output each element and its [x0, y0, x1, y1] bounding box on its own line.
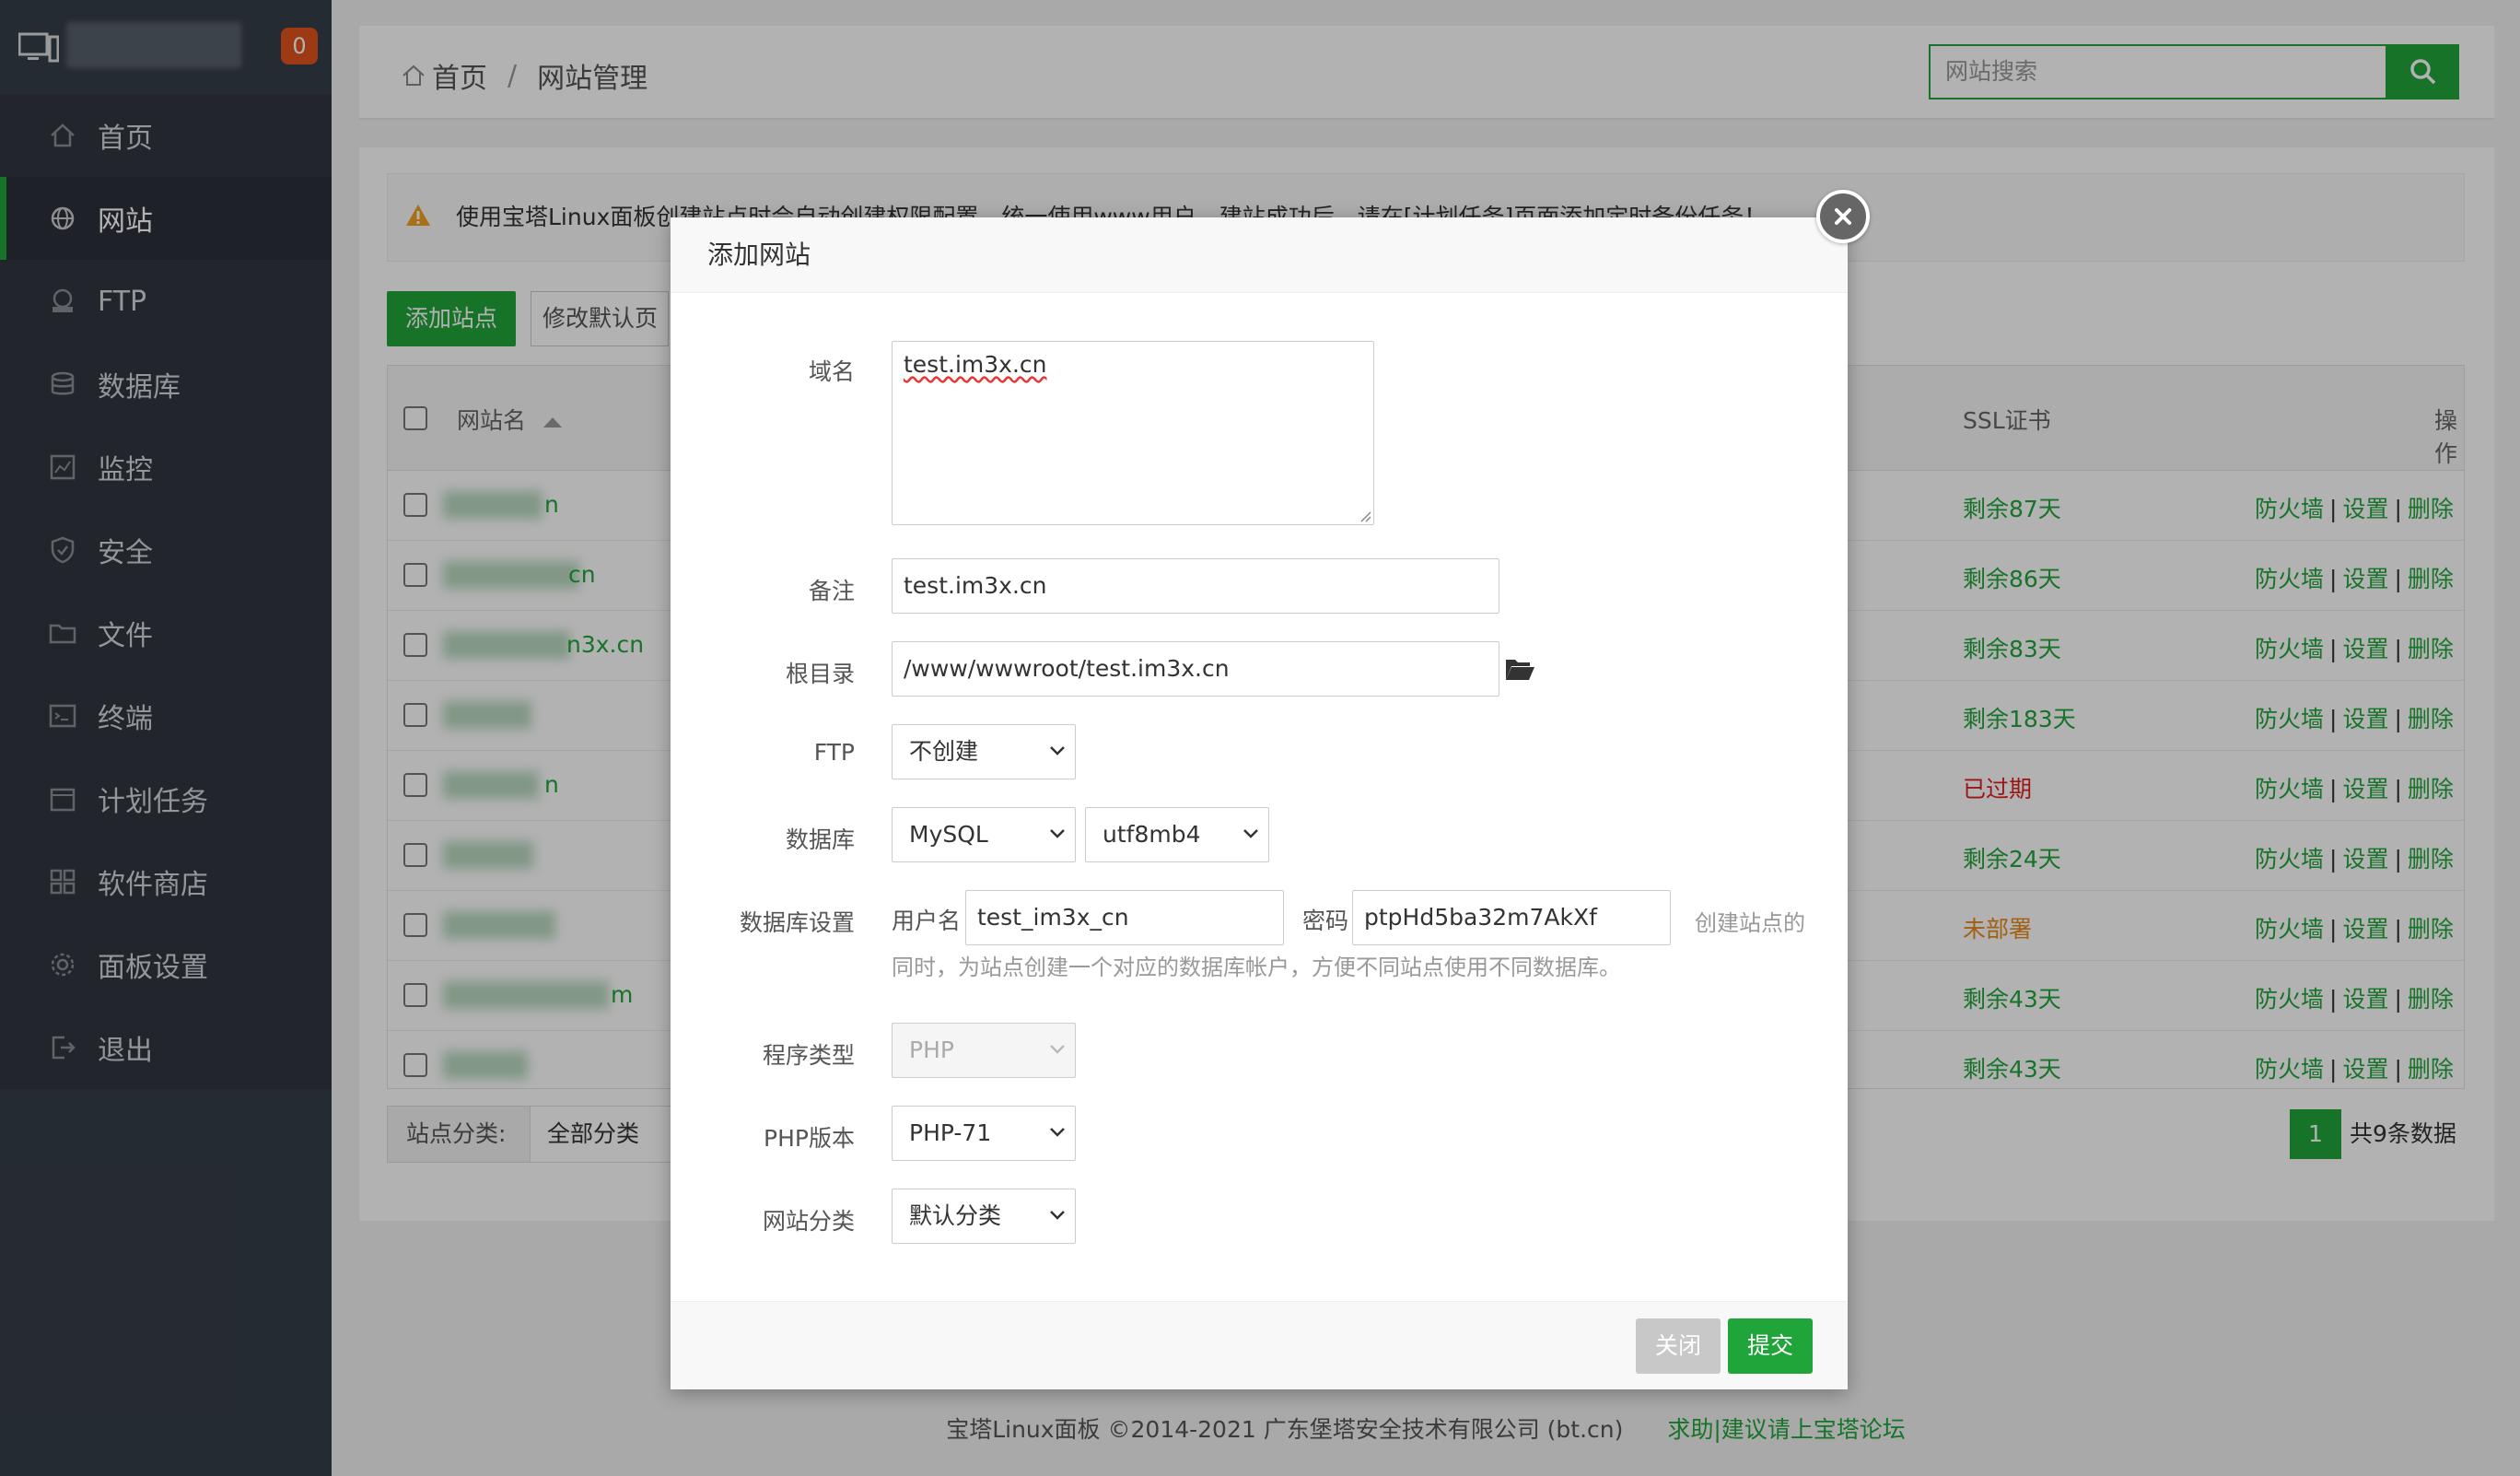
db-password-label: 密码: [1302, 908, 1349, 934]
program-type-value: PHP: [909, 1037, 954, 1063]
database-label: 数据库: [785, 826, 855, 853]
php-version-value: PHP-71: [909, 1119, 992, 1146]
domain-label: 域名: [808, 358, 855, 385]
close-button[interactable]: 关闭: [1636, 1318, 1721, 1374]
chevron-down-icon: [1050, 1128, 1065, 1137]
php-version-select[interactable]: PHP-71: [892, 1106, 1076, 1161]
db-hint-2: 同时，为站点创建一个对应的数据库帐户，方便不同站点使用不同数据库。: [892, 955, 1621, 980]
remark-input[interactable]: test.im3x.cn: [892, 558, 1499, 614]
db-password-input[interactable]: ptpHd5ba32m7AkXf: [1352, 890, 1671, 945]
add-site-dialog: 添加网站 域名 test.im3x.cn 备注 test.im3x.cn 根目录…: [671, 190, 1870, 1389]
db-hint-1: 创建站点的: [1695, 910, 1805, 936]
db-user-input[interactable]: test_im3x_cn: [965, 890, 1284, 945]
program-type-label: 程序类型: [762, 1042, 855, 1069]
ftp-select[interactable]: 不创建: [892, 724, 1076, 779]
submit-button[interactable]: 提交: [1728, 1318, 1813, 1374]
resize-handle-icon[interactable]: [1359, 510, 1371, 522]
chevron-down-icon: [1050, 1211, 1065, 1220]
charset-value: utf8mb4: [1102, 821, 1201, 848]
domain-textarea[interactable]: test.im3x.cn: [892, 341, 1374, 525]
database-type-select[interactable]: MySQL: [892, 807, 1076, 862]
chevron-down-icon: [1050, 829, 1065, 838]
remark-label: 备注: [808, 578, 855, 604]
chevron-down-icon: [1243, 829, 1258, 838]
php-version-label: PHP版本: [764, 1125, 855, 1152]
root-dir-input[interactable]: /www/wwwroot/test.im3x.cn: [892, 641, 1499, 697]
database-type-value: MySQL: [909, 821, 988, 848]
folder-open-icon[interactable]: [1504, 656, 1535, 682]
charset-select[interactable]: utf8mb4: [1085, 807, 1269, 862]
site-category-value: 默认分类: [909, 1202, 1002, 1229]
ftp-label: FTP: [813, 739, 855, 766]
close-icon: [1835, 208, 1851, 225]
root-dir-label: 根目录: [785, 661, 855, 687]
ftp-select-value: 不创建: [909, 738, 979, 765]
dialog-close-button[interactable]: [1816, 190, 1870, 243]
chevron-down-icon: [1050, 1045, 1065, 1054]
program-type-select: PHP: [892, 1023, 1076, 1078]
site-category-select[interactable]: 默认分类: [892, 1189, 1076, 1244]
db-settings-label: 数据库设置: [739, 909, 855, 936]
db-user-label: 用户名: [892, 908, 962, 934]
domain-value: test.im3x.cn: [904, 351, 1047, 378]
chevron-down-icon: [1050, 746, 1065, 756]
site-category-label: 网站分类: [762, 1208, 855, 1235]
dialog-title: 添加网站: [671, 217, 1848, 293]
dialog-footer: 关闭 提交: [671, 1301, 1848, 1389]
